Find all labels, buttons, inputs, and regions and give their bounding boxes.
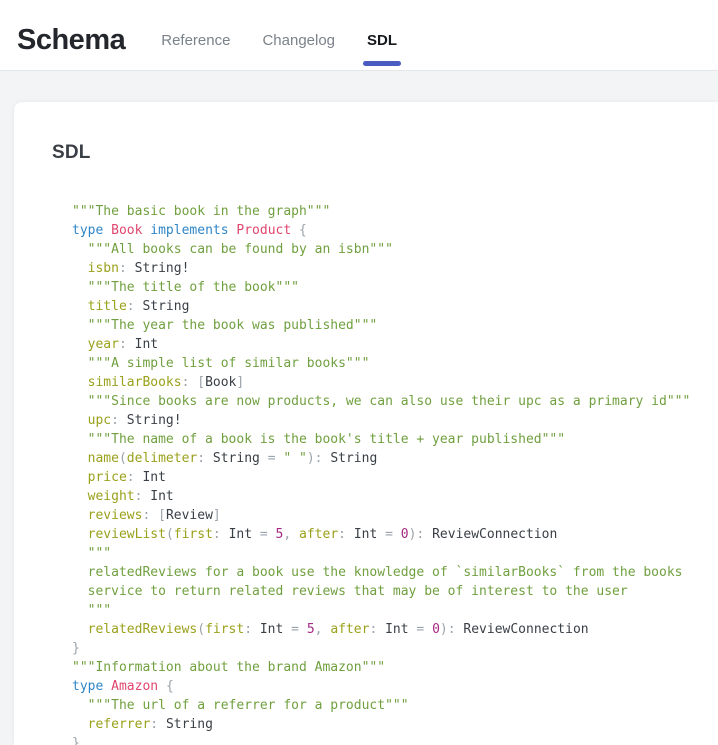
- tab-bar: Reference Changelog SDL: [157, 0, 425, 70]
- tab-changelog-label: Changelog: [262, 32, 335, 49]
- code-line: }: [72, 734, 718, 745]
- code-line: reviewList(first: Int = 5, after: Int = …: [72, 525, 718, 544]
- card-title: SDL: [52, 142, 718, 164]
- tab-reference-label: Reference: [161, 32, 230, 49]
- code-line: """The name of a book is the book's titl…: [72, 430, 718, 449]
- code-line: similarBooks: [Book]: [72, 373, 718, 392]
- tab-reference[interactable]: Reference: [157, 32, 234, 70]
- active-tab-indicator: [363, 61, 401, 66]
- code-line: relatedReviews for a book use the knowle…: [72, 563, 718, 582]
- code-line: """: [72, 544, 718, 563]
- sdl-code-block: """The basic book in the graph"""type Bo…: [72, 202, 718, 745]
- code-line: """The url of a referrer for a product""…: [72, 696, 718, 715]
- code-line: name(delimeter: String = " "): String: [72, 449, 718, 468]
- code-line: title: String: [72, 297, 718, 316]
- code-line: """The year the book was published""": [72, 316, 718, 335]
- code-line: service to return related reviews that m…: [72, 582, 718, 601]
- tab-sdl-label: SDL: [367, 32, 397, 49]
- code-line: """Information about the brand Amazon""": [72, 658, 718, 677]
- code-line: year: Int: [72, 335, 718, 354]
- page-background: SDL """The basic book in the graph"""typ…: [0, 71, 718, 745]
- tab-sdl[interactable]: SDL: [363, 32, 401, 70]
- code-line: upc: String!: [72, 411, 718, 430]
- code-line: """: [72, 601, 718, 620]
- code-line: reviews: [Review]: [72, 506, 718, 525]
- sdl-card: SDL """The basic book in the graph"""typ…: [14, 102, 718, 745]
- tab-changelog[interactable]: Changelog: [258, 32, 339, 70]
- code-line: referrer: String: [72, 715, 718, 734]
- code-line: isbn: String!: [72, 259, 718, 278]
- code-line: """All books can be found by an isbn""": [72, 240, 718, 259]
- code-line: weight: Int: [72, 487, 718, 506]
- code-line: type Book implements Product {: [72, 221, 718, 240]
- code-line: """A simple list of similar books""": [72, 354, 718, 373]
- code-line: """The basic book in the graph""": [72, 202, 718, 221]
- schema-header: Schema Reference Changelog SDL: [0, 0, 718, 71]
- code-line: """The title of the book""": [72, 278, 718, 297]
- code-line: type Amazon {: [72, 677, 718, 696]
- code-line: """Since books are now products, we can …: [72, 392, 718, 411]
- page-title: Schema: [17, 24, 125, 70]
- code-line: }: [72, 639, 718, 658]
- code-line: price: Int: [72, 468, 718, 487]
- code-line: relatedReviews(first: Int = 5, after: In…: [72, 620, 718, 639]
